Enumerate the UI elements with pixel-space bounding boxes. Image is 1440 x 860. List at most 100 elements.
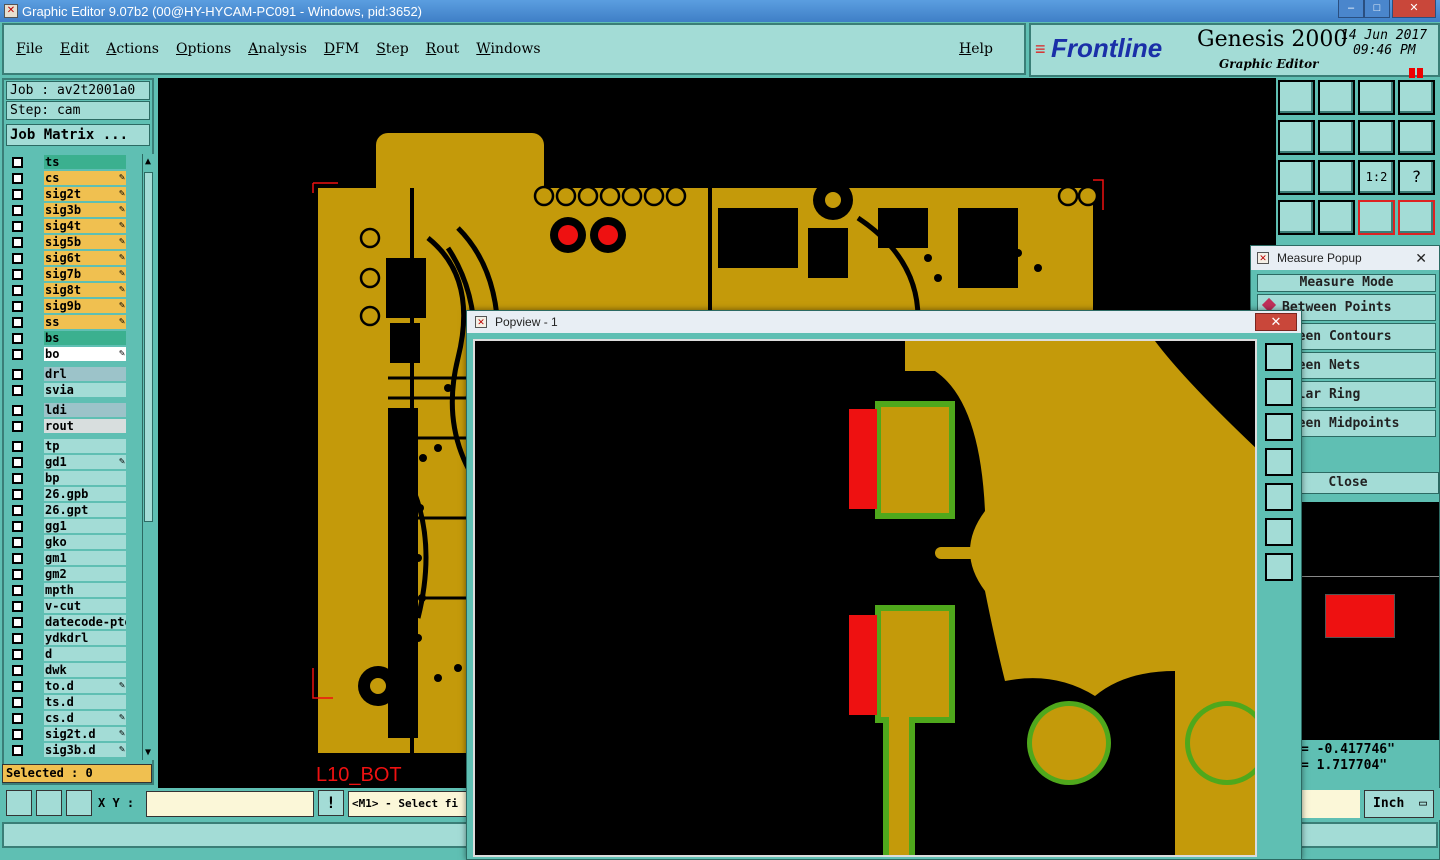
- layer-name[interactable]: ss ✎: [44, 315, 126, 329]
- layer-name[interactable]: sig5b ✎: [44, 235, 126, 249]
- layer-name[interactable]: ldi: [44, 403, 126, 417]
- layer-name[interactable]: sig3b.d ✎: [44, 743, 126, 757]
- snap-icon[interactable]: [6, 790, 32, 816]
- layer-name[interactable]: 26.gpb: [44, 487, 126, 501]
- layer-checkbox[interactable]: [12, 301, 23, 312]
- layer-name[interactable]: sig8t ✎: [44, 283, 126, 297]
- zoom-fit-icon[interactable]: [1278, 160, 1315, 195]
- layer-row[interactable]: sig3b ✎: [8, 202, 128, 218]
- layers-red-alt-icon[interactable]: [1398, 200, 1435, 235]
- layer-row[interactable]: bs: [8, 330, 128, 346]
- rotate-icon[interactable]: [1398, 120, 1435, 155]
- menu-file[interactable]: File: [16, 41, 43, 57]
- unit-select[interactable]: Inch ▭: [1364, 790, 1434, 818]
- layer-row[interactable]: ldi: [8, 402, 128, 418]
- layer-name[interactable]: gm1: [44, 551, 126, 565]
- grid-icon[interactable]: [1318, 200, 1355, 235]
- menu-windows[interactable]: Windows: [476, 41, 540, 57]
- layer-checkbox[interactable]: [12, 697, 23, 708]
- layers-red-icon[interactable]: [1358, 200, 1395, 235]
- layer-checkbox[interactable]: [12, 713, 23, 724]
- layer-row[interactable]: d: [8, 646, 128, 662]
- layer-name[interactable]: gg1: [44, 519, 126, 533]
- layer-row[interactable]: sig3b.d ✎: [8, 742, 128, 758]
- layer-name[interactable]: mpth: [44, 583, 126, 597]
- layer-row[interactable]: ts: [8, 154, 128, 170]
- layer-checkbox[interactable]: [12, 237, 23, 248]
- layer-checkbox[interactable]: [12, 633, 23, 644]
- layer-name[interactable]: bp: [44, 471, 126, 485]
- maximize-button[interactable]: □: [1364, 0, 1390, 18]
- layer-name[interactable]: sig6t ✎: [44, 251, 126, 265]
- layer-row[interactable]: cs ✎: [8, 170, 128, 186]
- layer-checkbox[interactable]: [12, 205, 23, 216]
- layer-name[interactable]: svia: [44, 383, 126, 397]
- layer-row[interactable]: rout: [8, 418, 128, 434]
- zoom-center-icon[interactable]: [1318, 160, 1355, 195]
- layer-checkbox[interactable]: [12, 333, 23, 344]
- layer-checkbox[interactable]: [12, 729, 23, 740]
- menu-analysis[interactable]: Analysis: [248, 41, 307, 57]
- layer-row[interactable]: 26.gpb: [8, 486, 128, 502]
- layer-row[interactable]: ydkdrl: [8, 630, 128, 646]
- layer-row[interactable]: sig5b ✎: [8, 234, 128, 250]
- layer-name[interactable]: sig2t.d ✎: [44, 727, 126, 741]
- layer-name[interactable]: drl: [44, 367, 126, 381]
- layer-checkbox[interactable]: [12, 457, 23, 468]
- layer-row[interactable]: mpth: [8, 582, 128, 598]
- layer-checkbox[interactable]: [12, 405, 23, 416]
- popview-pan-left-icon[interactable]: [1265, 448, 1293, 476]
- measure-icon[interactable]: [36, 790, 62, 816]
- layer-checkbox[interactable]: [12, 585, 23, 596]
- layer-row[interactable]: sig6t ✎: [8, 250, 128, 266]
- layer-checkbox[interactable]: [12, 569, 23, 580]
- scale-one-to-two-icon[interactable]: 1:2: [1358, 160, 1395, 195]
- pan-left-icon[interactable]: [1278, 120, 1315, 155]
- layer-checkbox[interactable]: [12, 601, 23, 612]
- layer-checkbox[interactable]: [12, 665, 23, 676]
- layer-checkbox[interactable]: [12, 421, 23, 432]
- layer-name[interactable]: cs.d ✎: [44, 711, 126, 725]
- scroll-down-icon[interactable]: ▼: [145, 747, 151, 758]
- layer-name[interactable]: datecode-pto: [44, 615, 126, 629]
- layer-checkbox[interactable]: [12, 521, 23, 532]
- layer-row[interactable]: svia: [8, 382, 128, 398]
- layer-row[interactable]: gd1 ✎: [8, 454, 128, 470]
- layer-row[interactable]: gko: [8, 534, 128, 550]
- layer-row[interactable]: sig2t.d ✎: [8, 726, 128, 742]
- layer-name[interactable]: dwk: [44, 663, 126, 677]
- menu-dfm[interactable]: DFM: [324, 41, 359, 57]
- layer-row[interactable]: tp: [8, 438, 128, 454]
- layer-name[interactable]: rout: [44, 419, 126, 433]
- layer-checkbox[interactable]: [12, 173, 23, 184]
- layer-checkbox[interactable]: [12, 441, 23, 452]
- layer-name[interactable]: ts.d: [44, 695, 126, 709]
- pan-right-icon[interactable]: [1318, 120, 1355, 155]
- pan-down-icon[interactable]: [1318, 80, 1355, 115]
- layer-checkbox[interactable]: [12, 617, 23, 628]
- close-window-button[interactable]: ✕: [1392, 0, 1436, 18]
- minimize-button[interactable]: –: [1338, 0, 1364, 18]
- layer-checkbox[interactable]: [12, 553, 23, 564]
- layer-name[interactable]: ydkdrl: [44, 631, 126, 645]
- grid-snap-icon[interactable]: [66, 790, 92, 816]
- layer-row[interactable]: to.d ✎: [8, 678, 128, 694]
- menu-edit[interactable]: Edit: [60, 41, 89, 57]
- mirror-icon[interactable]: [1358, 120, 1395, 155]
- menu-options[interactable]: Options: [176, 41, 231, 57]
- layer-checkbox[interactable]: [12, 681, 23, 692]
- window-split-icon[interactable]: [1398, 80, 1435, 115]
- layer-row[interactable]: dwk: [8, 662, 128, 678]
- layer-row[interactable]: drl: [8, 366, 128, 382]
- layer-checkbox[interactable]: [12, 473, 23, 484]
- layer-row[interactable]: gm1: [8, 550, 128, 566]
- layer-row[interactable]: bp: [8, 470, 128, 486]
- menu-actions[interactable]: Actions: [106, 41, 159, 57]
- layer-checkbox[interactable]: [12, 285, 23, 296]
- layer-row[interactable]: cs.d ✎: [8, 710, 128, 726]
- layer-row[interactable]: gm2: [8, 566, 128, 582]
- scroll-up-icon[interactable]: ▲: [145, 156, 151, 167]
- layer-name[interactable]: d: [44, 647, 126, 661]
- close-icon[interactable]: ✕: [1415, 246, 1427, 270]
- layer-checkbox[interactable]: [12, 221, 23, 232]
